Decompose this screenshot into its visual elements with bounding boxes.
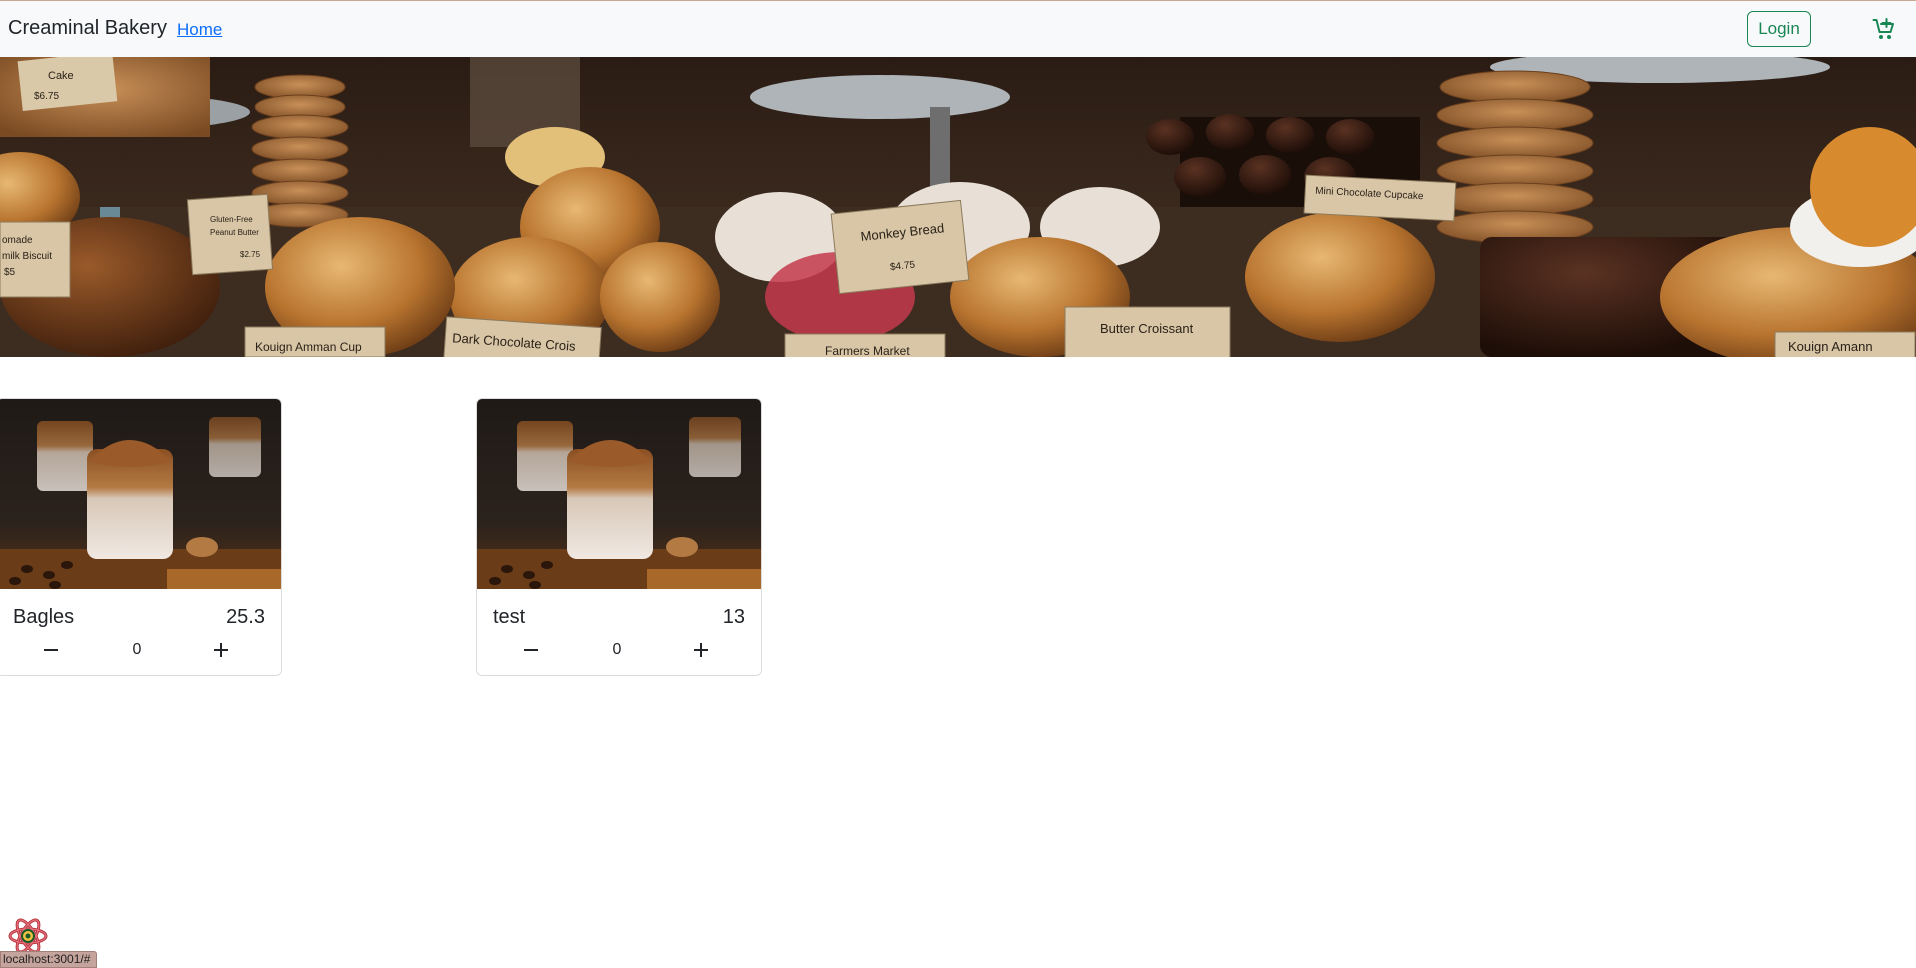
svg-text:Cake: Cake — [48, 70, 74, 82]
bakery-display-image: Cake $6.75 Gluten-Free Peanut Butter $2.… — [0, 57, 1916, 357]
svg-text:omade: omade — [2, 235, 33, 246]
product-price: 25.3 — [226, 606, 265, 628]
product-price: 13 — [722, 606, 745, 628]
quantity-value: 0 — [132, 641, 142, 658]
login-button[interactable]: Login — [1747, 11, 1811, 47]
svg-text:Kouign Amann: Kouign Amann — [1788, 339, 1873, 354]
hero-banner: Cake $6.75 Gluten-Free Peanut Butter $2.… — [0, 57, 1916, 357]
increase-quantity-button[interactable] — [686, 635, 716, 665]
quantity-value: 0 — [612, 641, 622, 658]
navbar-brand[interactable]: Creaminal Bakery — [8, 17, 167, 40]
svg-text:Gluten-Free: Gluten-Free — [210, 215, 253, 224]
svg-text:$6.75: $6.75 — [34, 91, 59, 102]
svg-text:Farmers Market: Farmers Market — [825, 344, 910, 357]
navbar: Creaminal Bakery Home Login — [0, 1, 1916, 57]
svg-text:milk Biscuit: milk Biscuit — [2, 251, 52, 262]
svg-text:Butter Croissant: Butter Croissant — [1100, 321, 1194, 336]
decrease-quantity-button[interactable] — [516, 635, 546, 665]
svg-text:$5: $5 — [4, 267, 16, 278]
react-devtools-icon[interactable] — [8, 918, 48, 954]
quantity-stepper: 0 — [0, 635, 281, 665]
plus-icon — [694, 643, 708, 657]
cart-plus-icon[interactable] — [1872, 17, 1896, 41]
svg-text:Kouign Amman Cup: Kouign Amman Cup — [255, 340, 362, 354]
quantity-stepper: 0 — [477, 635, 761, 665]
product-card: Bagles 25.3 0 — [0, 398, 282, 676]
product-name: test — [493, 606, 526, 628]
nav-home-link[interactable]: Home — [177, 20, 222, 40]
product-image — [0, 399, 281, 589]
product-name: Bagles — [13, 606, 75, 628]
status-bar-url: localhost:3001/# — [0, 951, 98, 968]
minus-icon — [44, 649, 58, 651]
product-card: test 13 0 — [476, 398, 762, 676]
decrease-quantity-button[interactable] — [36, 635, 66, 665]
plus-icon — [214, 643, 228, 657]
svg-text:Peanut Butter: Peanut Butter — [210, 228, 259, 237]
product-image — [477, 399, 761, 589]
minus-icon — [524, 649, 538, 651]
svg-text:$2.75: $2.75 — [240, 250, 261, 259]
increase-quantity-button[interactable] — [206, 635, 236, 665]
